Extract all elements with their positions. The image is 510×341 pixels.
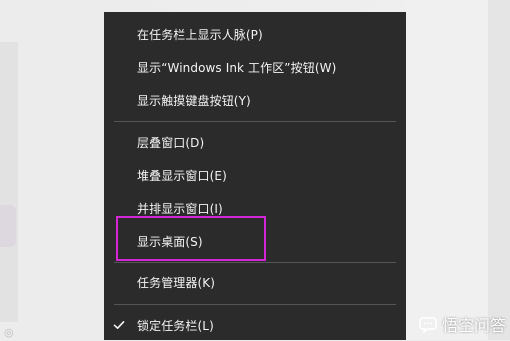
menu-separator — [114, 262, 396, 263]
watermark-text: 悟空问答 — [441, 316, 506, 335]
menu-item-label: 锁定任务栏(L) — [137, 319, 214, 333]
menu-separator — [114, 121, 396, 122]
menu-item-stack-windows[interactable]: 堆叠显示窗口(E) — [104, 161, 406, 191]
menu-item-task-manager[interactable]: 任务管理器(K) — [104, 268, 406, 298]
left-background-strip — [0, 42, 18, 322]
menu-item-label: 显示“Windows Ink 工作区”按钮(W) — [137, 61, 337, 75]
watermark: 悟空问答 — [419, 312, 506, 336]
chat-bubble-icon — [419, 317, 437, 333]
menu-item-label: 并排显示窗口(I) — [137, 202, 223, 216]
menu-item-show-people[interactable]: 在任务栏上显示人脉(P) — [104, 20, 406, 50]
menu-item-label: 在任务栏上显示人脉(P) — [137, 28, 263, 42]
menu-item-side-by-side-windows[interactable]: 并排显示窗口(I) — [104, 194, 406, 224]
menu-item-label: 显示触摸键盘按钮(Y) — [137, 94, 251, 108]
left-background-mark: ◎ — [4, 326, 14, 339]
check-icon — [113, 321, 125, 329]
menu-item-label: 层叠窗口(D) — [137, 136, 205, 150]
menu-item-show-desktop[interactable]: 显示桌面(S) — [104, 227, 406, 257]
menu-item-touch-keyboard[interactable]: 显示触摸键盘按钮(Y) — [104, 86, 406, 116]
menu-item-label: 显示桌面(S) — [137, 235, 203, 249]
menu-item-label: 任务管理器(K) — [137, 276, 216, 290]
right-background-edge — [488, 0, 510, 340]
left-background-badge — [0, 205, 16, 247]
menu-item-windows-ink-workspace[interactable]: 显示“Windows Ink 工作区”按钮(W) — [104, 53, 406, 83]
menu-separator — [114, 304, 396, 305]
menu-item-cascade-windows[interactable]: 层叠窗口(D) — [104, 128, 406, 158]
taskbar-context-menu: 在任务栏上显示人脉(P) 显示“Windows Ink 工作区”按钮(W) 显示… — [104, 12, 406, 340]
menu-item-lock-taskbar[interactable]: 锁定任务栏(L) — [104, 311, 406, 341]
menu-item-label: 堆叠显示窗口(E) — [137, 169, 227, 183]
